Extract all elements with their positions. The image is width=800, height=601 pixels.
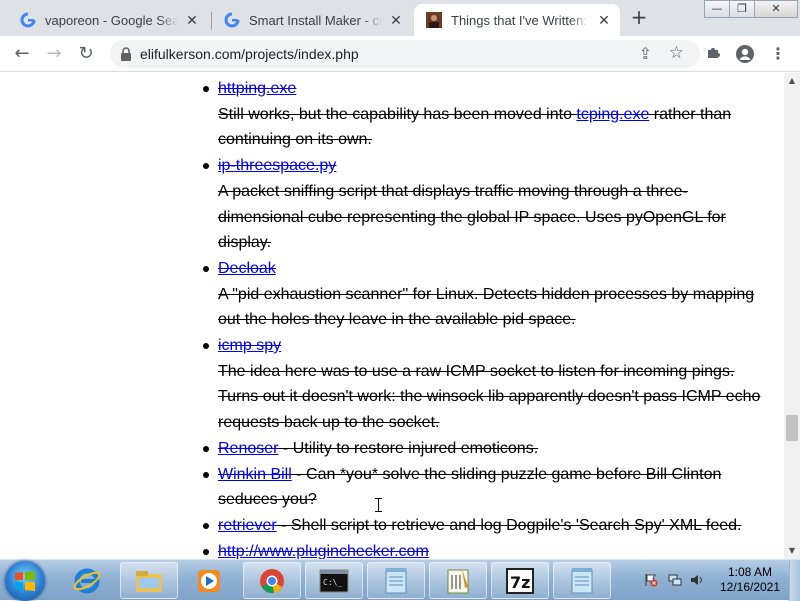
chrome-icon[interactable] [243, 562, 301, 599]
start-button[interactable] [5, 561, 45, 601]
profile-avatar-icon[interactable] [735, 44, 755, 64]
project-link[interactable]: Winkin Bill [218, 466, 292, 483]
minimize-button[interactable]: — [704, 0, 730, 18]
volume-icon[interactable] [690, 573, 704, 587]
bookmark-star-icon[interactable]: ☆ [669, 43, 684, 63]
tab-vaporeon[interactable]: vaporeon - Google Search ✕ [8, 4, 208, 36]
notepad-icon[interactable] [367, 562, 425, 599]
windows-taskbar: C:\_ 7z 1:08 AM 12/16/2021 [0, 559, 800, 601]
avatar-photo-icon [426, 12, 442, 28]
media-player-icon[interactable] [180, 562, 238, 599]
scroll-down-arrow-icon[interactable]: ▼ [784, 543, 800, 559]
tab-close-icon[interactable]: ✕ [388, 12, 404, 28]
action-center-flag-icon[interactable] [644, 573, 658, 587]
internet-explorer-icon[interactable] [58, 562, 116, 599]
tab-things-written[interactable]: Things that I've Written: ✕ [414, 4, 620, 36]
taskbar-clock[interactable]: 1:08 AM 12/16/2021 [715, 565, 785, 595]
text-cursor-icon [375, 498, 384, 512]
scroll-up-arrow-icon[interactable]: ▲ [784, 73, 800, 89]
clock-date: 12/16/2021 [719, 580, 781, 594]
page-scrollbar[interactable]: ▲ ▼ [784, 73, 800, 559]
command-prompt-icon[interactable]: C:\_ [305, 562, 363, 599]
show-desktop-button[interactable] [789, 560, 800, 601]
project-description: Still works, but the capability has been… [218, 102, 768, 153]
tab-title: Things that I've Written: [451, 12, 587, 28]
tab-title: vaporeon - Google Search [45, 12, 178, 28]
tab-smart-install-maker[interactable]: Smart Install Maker - creat ✕ [212, 4, 412, 36]
menu-kebab-icon[interactable]: ⋮ [768, 44, 788, 64]
project-description: The idea here was to use a raw ICMP sock… [218, 362, 761, 432]
list-item: http://www.pluginchecker.com [203, 539, 768, 559]
tab-strip: vaporeon - Google Search ✕ Smart Install… [0, 0, 800, 36]
tab-title: Smart Install Maker - creat [249, 12, 382, 28]
project-description: A packet sniffing script that displays t… [218, 182, 726, 252]
close-window-button[interactable]: ✕ [754, 0, 798, 18]
url-text[interactable]: elifulkerson.com/projects/index.php [140, 46, 359, 62]
address-bar[interactable]: elifulkerson.com/projects/index.php ⇪ ☆ [110, 40, 700, 68]
project-description: - Utility to restore injured emoticons. [278, 439, 539, 457]
project-link[interactable]: ip-threespace.py [218, 157, 336, 174]
list-item: ip-threespace.py A packet sniffing scrip… [203, 153, 768, 256]
tab-close-icon[interactable]: ✕ [184, 12, 200, 28]
browser-toolbar: ← → ↻ elifulkerson.com/projects/index.ph… [0, 36, 800, 72]
project-link[interactable]: Decloak [218, 260, 276, 277]
project-description: - Shell script to retrieve and log Dogpi… [276, 516, 742, 534]
project-description: - Can *you* solve the sliding puzzle gam… [218, 465, 722, 509]
project-link[interactable]: icmp spy [218, 337, 281, 354]
7zip-icon[interactable]: 7z [491, 562, 549, 599]
windows-logo-icon [15, 571, 35, 591]
project-description: A "pid exhaustion scanner" for Linux. De… [218, 285, 755, 329]
maximize-button[interactable]: ❐ [729, 0, 755, 18]
project-link[interactable]: http://www.pluginchecker.com [218, 543, 429, 559]
notepad-icon[interactable] [553, 562, 611, 599]
clock-time: 1:08 AM [727, 565, 773, 579]
inline-link[interactable]: tcping.exe [576, 106, 649, 123]
tab-close-icon[interactable]: ✕ [596, 12, 612, 28]
list-item: Renoser - Utility to restore injured emo… [203, 436, 768, 462]
svg-text:7z: 7z [510, 573, 530, 592]
description-text: Still works, but the capability has been… [218, 105, 577, 123]
share-icon[interactable]: ⇪ [639, 44, 652, 64]
google-g-icon [20, 12, 36, 28]
reload-icon[interactable]: ↻ [74, 42, 98, 66]
page-viewport: httping.exe Still works, but the capabil… [0, 73, 784, 559]
notepad-plus-icon[interactable] [429, 562, 487, 599]
list-item: icmp spy The idea here was to use a raw … [203, 333, 768, 436]
google-g-icon [224, 12, 240, 28]
list-item: retriever - Shell script to retrieve and… [203, 513, 768, 539]
project-link[interactable]: retriever [218, 517, 277, 534]
extensions-puzzle-icon[interactable] [704, 44, 724, 64]
projects-list: httping.exe Still works, but the capabil… [203, 76, 768, 559]
network-icon[interactable] [668, 573, 682, 587]
system-tray: 1:08 AM 12/16/2021 [640, 560, 800, 601]
list-item: Decloak A "pid exhaustion scanner" for L… [203, 256, 768, 333]
lock-icon [120, 47, 132, 61]
svg-text:C:\_: C:\_ [323, 578, 342, 587]
windows-explorer-icon[interactable] [120, 562, 178, 599]
back-icon[interactable]: ← [10, 42, 34, 66]
project-link[interactable]: httping.exe [218, 80, 296, 97]
list-item: Winkin Bill - Can *you* solve the slidin… [203, 462, 768, 513]
project-link[interactable]: Renoser [218, 440, 278, 457]
forward-icon[interactable]: → [42, 42, 66, 66]
scrollbar-thumb[interactable] [786, 415, 798, 441]
new-tab-button[interactable]: + [628, 6, 650, 28]
list-item: httping.exe Still works, but the capabil… [203, 76, 768, 153]
